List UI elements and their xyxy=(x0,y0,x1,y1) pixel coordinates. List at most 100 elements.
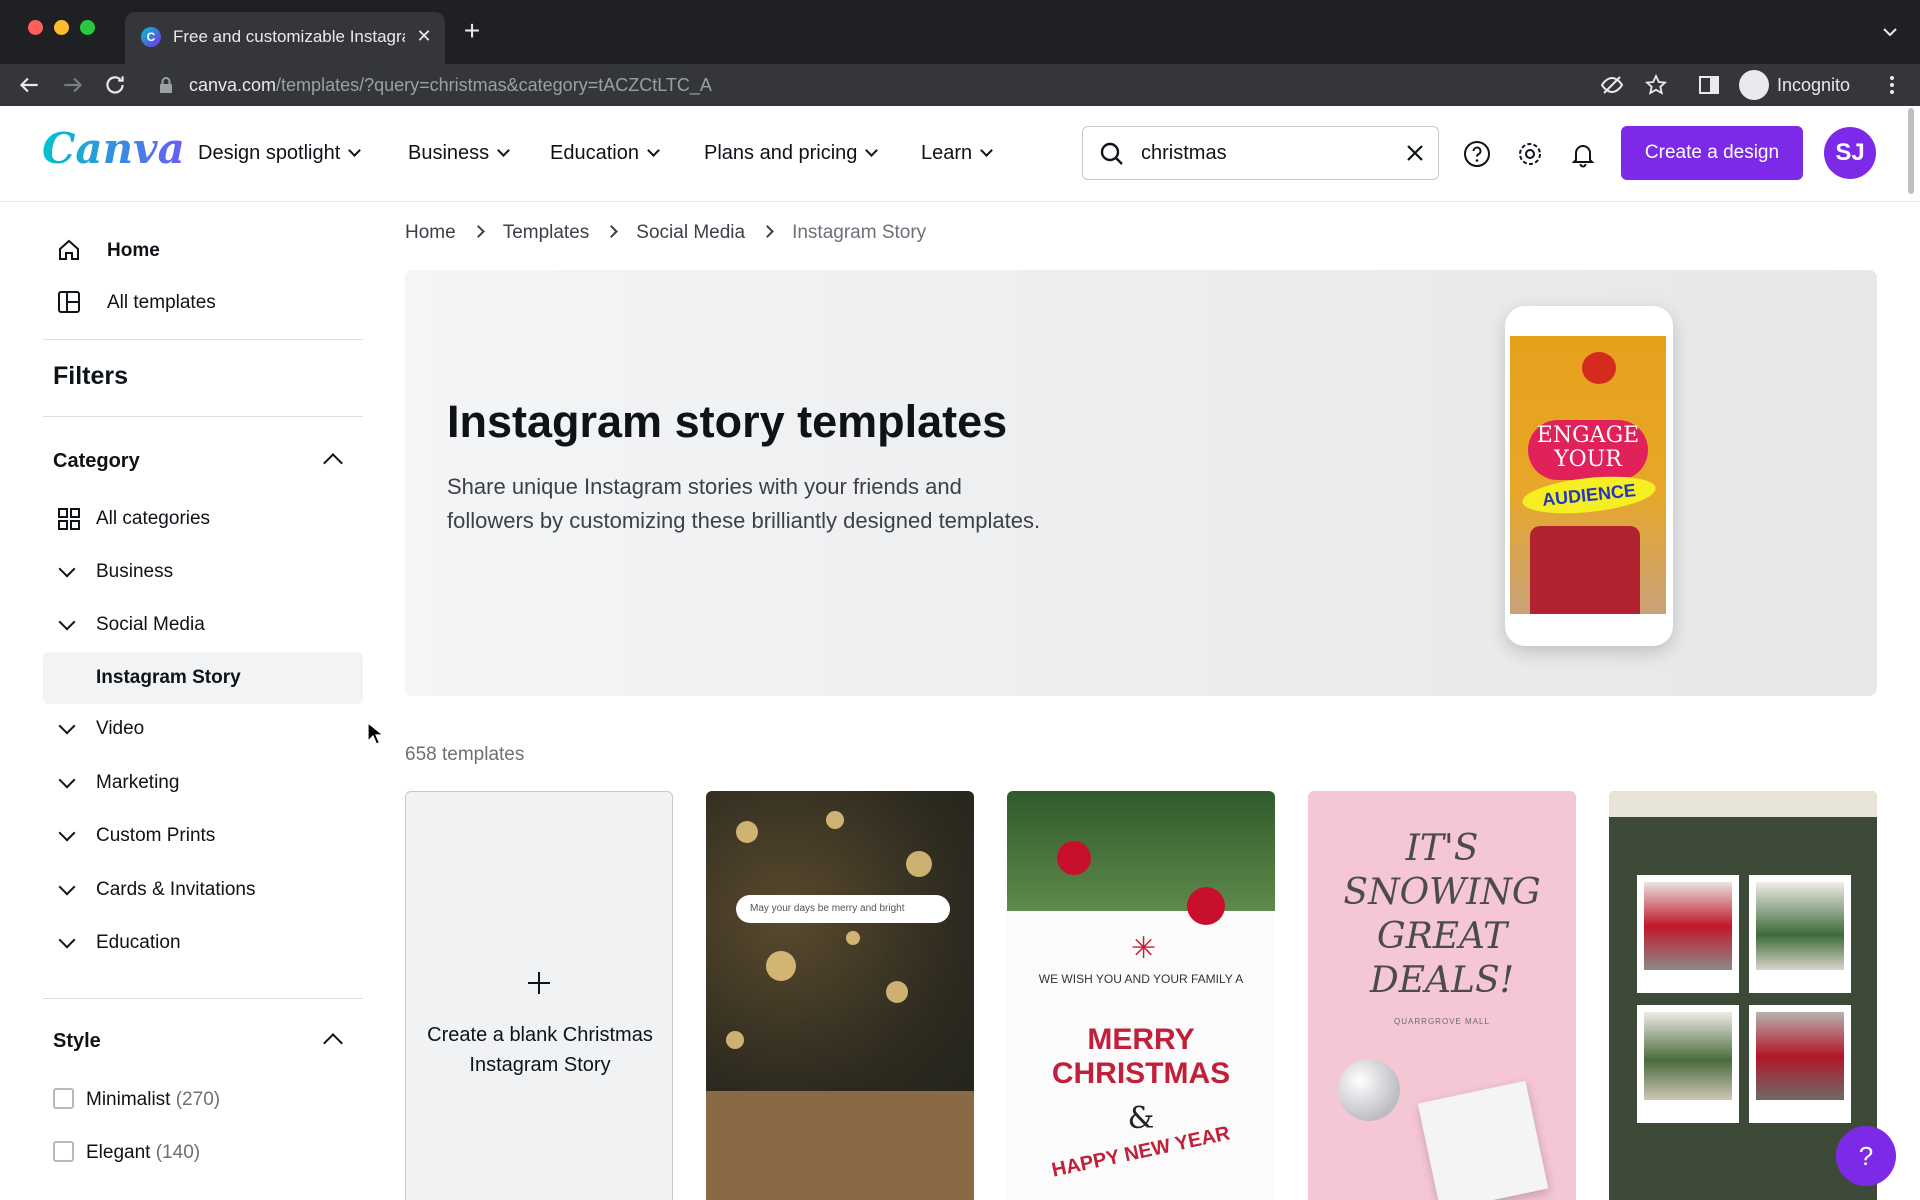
browser-tab[interactable]: C Free and customizable Instagram ✕ xyxy=(125,12,445,64)
notifications-bell-icon[interactable] xyxy=(1569,140,1597,168)
canva-logo[interactable]: Canva xyxy=(42,124,185,173)
sidebar-divider xyxy=(43,339,363,340)
nav-plans-and-pricing[interactable]: Plans and pricing xyxy=(704,142,879,165)
window-close-button[interactable] xyxy=(28,20,43,35)
category-custom-prints[interactable]: Custom Prints xyxy=(43,810,363,862)
tab-close-icon[interactable]: ✕ xyxy=(413,25,435,47)
nav-label: Education xyxy=(550,142,639,164)
sidebar-item-all-templates[interactable]: All templates xyxy=(43,287,343,319)
mouse-cursor-icon xyxy=(367,722,385,745)
breadcrumb-current: Instagram Story xyxy=(792,222,927,243)
help-icon[interactable] xyxy=(1463,140,1491,168)
bookmark-star-icon[interactable] xyxy=(1644,73,1668,97)
chevron-up-icon[interactable] xyxy=(323,1033,343,1053)
nav-label: Business xyxy=(408,142,490,164)
chevron-up-icon[interactable] xyxy=(323,453,343,473)
chevron-down-icon xyxy=(58,717,76,735)
template-card-photo-collage[interactable] xyxy=(1609,791,1877,1200)
url-field[interactable]: canva.com/templates/?query=christmas&cat… xyxy=(189,75,712,96)
category-section-title[interactable]: Category xyxy=(53,450,140,473)
nav-education[interactable]: Education xyxy=(550,142,660,165)
nav-business[interactable]: Business xyxy=(408,142,511,165)
chevron-down-icon xyxy=(980,144,994,157)
nav-label: Plans and pricing xyxy=(704,142,858,164)
page-scrollbar[interactable] xyxy=(1908,108,1914,194)
kebab-menu-icon[interactable] xyxy=(1880,73,1904,97)
chevron-down-icon xyxy=(58,878,76,896)
category-social-media[interactable]: Social Media xyxy=(43,599,363,651)
grid-icon xyxy=(58,508,80,530)
style-section-title[interactable]: Style xyxy=(53,1030,101,1053)
style-elegant-checkbox[interactable]: Elegant (140) xyxy=(53,1141,200,1164)
category-instagram-story[interactable]: Instagram Story xyxy=(43,652,363,704)
chevron-down-icon xyxy=(58,613,76,631)
category-video[interactable]: Video xyxy=(43,703,363,755)
new-tab-icon[interactable]: + xyxy=(458,17,486,45)
bokeh-light xyxy=(846,931,860,945)
engage-text: ENGAGE YOUR xyxy=(1536,423,1640,472)
bokeh-light xyxy=(906,851,932,877)
ornament-ball-shape xyxy=(1338,1059,1400,1121)
side-panel-icon[interactable] xyxy=(1697,73,1721,97)
user-avatar[interactable]: SJ xyxy=(1824,127,1876,179)
canva-favicon-icon: C xyxy=(141,27,161,47)
reload-icon[interactable] xyxy=(102,72,128,98)
forward-arrow-icon[interactable] xyxy=(60,72,86,98)
filters-title: Filters xyxy=(53,362,129,390)
breadcrumb-social-media[interactable]: Social Media xyxy=(636,222,745,243)
sidebar-item-home[interactable]: Home xyxy=(43,235,343,267)
help-fab-button[interactable]: ? xyxy=(1836,1126,1896,1186)
templates-count: 658 templates xyxy=(405,744,525,765)
breadcrumb-home[interactable]: Home xyxy=(405,222,456,243)
phone-mockup-image: ENGAGE YOUR AUDIENCE xyxy=(1505,306,1673,646)
create-blank-card[interactable]: Create a blank Christmas Instagram Story xyxy=(405,791,673,1200)
settings-gear-icon[interactable] xyxy=(1516,140,1544,168)
browser-address-bar: canva.com/templates/?query=christmas&cat… xyxy=(0,64,1920,106)
photo-image xyxy=(1644,882,1732,970)
style-count: (270) xyxy=(175,1089,221,1110)
chevron-down-icon xyxy=(647,144,660,157)
breadcrumb-templates[interactable]: Templates xyxy=(503,222,590,243)
bokeh-light xyxy=(736,821,758,843)
nav-learn[interactable]: Learn xyxy=(921,142,994,165)
chevron-right-icon xyxy=(761,225,774,238)
chevron-down-icon xyxy=(58,560,76,578)
bokeh-light xyxy=(886,981,908,1003)
nav-design-spotlight[interactable]: Design spotlight xyxy=(198,142,362,165)
url-path: /templates/?query=christmas&category=tAC… xyxy=(276,75,712,95)
tab-search-chevron-icon[interactable] xyxy=(1878,20,1902,44)
category-education[interactable]: Education xyxy=(43,917,363,969)
torn-paper-shape xyxy=(1609,791,1877,817)
star-icon: ✳ xyxy=(1131,932,1157,965)
window-minimize-button[interactable] xyxy=(54,20,69,35)
photo-frame xyxy=(1749,1005,1851,1123)
back-arrow-icon[interactable] xyxy=(16,72,42,98)
incognito-icon[interactable] xyxy=(1739,70,1769,100)
category-label: Marketing xyxy=(96,772,180,793)
lock-icon[interactable] xyxy=(158,76,174,94)
photo-image xyxy=(1644,1012,1732,1100)
template-card-snowing-deals[interactable]: IT'S SNOWING GREAT DEALS! QUARRGROVE MAL… xyxy=(1308,791,1576,1200)
red-bag-shape xyxy=(1530,526,1640,614)
style-count: (140) xyxy=(155,1142,201,1163)
url-host: canva.com xyxy=(189,75,277,95)
clear-search-icon[interactable] xyxy=(1403,141,1427,165)
template-card-merry-christmas[interactable]: ✳ WE WISH YOU AND YOUR FAMILY A MERRY CH… xyxy=(1007,791,1275,1200)
template-card-merry-bright[interactable]: May your days be merry and bright xyxy=(706,791,974,1200)
category-label: Custom Prints xyxy=(96,825,216,846)
eye-off-icon[interactable] xyxy=(1600,73,1624,97)
category-business[interactable]: Business xyxy=(43,546,363,598)
window-maximize-button[interactable] xyxy=(80,20,95,35)
category-all-categories[interactable]: All categories xyxy=(43,493,363,545)
checkbox[interactable] xyxy=(53,1141,74,1162)
checkbox[interactable] xyxy=(53,1088,74,1109)
category-marketing[interactable]: Marketing xyxy=(43,757,363,809)
style-minimalist-checkbox[interactable]: Minimalist (270) xyxy=(53,1088,220,1111)
nav-label: Learn xyxy=(921,142,973,164)
home-icon xyxy=(59,239,79,260)
category-cards-invitations[interactable]: Cards & Invitations xyxy=(43,864,363,916)
nav-label: Design spotlight xyxy=(198,142,341,164)
photo-frame xyxy=(1749,875,1851,993)
search-input[interactable]: christmas xyxy=(1082,126,1439,180)
create-design-button[interactable]: Create a design xyxy=(1621,126,1803,180)
